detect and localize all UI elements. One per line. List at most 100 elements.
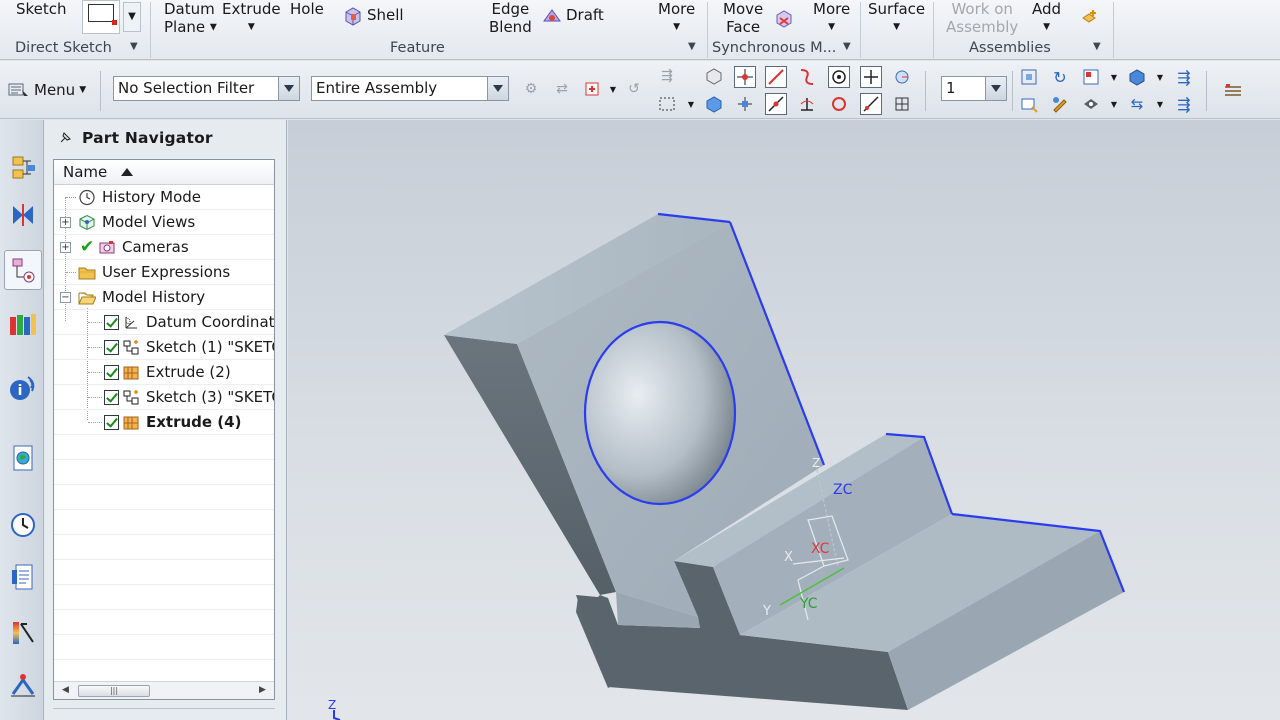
datum-plane-button[interactable]: Datum Plane ▼ bbox=[164, 0, 217, 37]
toolbar-separator bbox=[925, 71, 926, 111]
snap-grid-icon[interactable] bbox=[891, 93, 913, 115]
hide-dropdown-icon[interactable]: ▼ bbox=[1149, 93, 1171, 115]
selection-filter-dropdown-icon[interactable] bbox=[278, 77, 299, 100]
tree-item-extrude-4[interactable]: Extrude (4) bbox=[54, 410, 274, 435]
tree-item-datum-csys[interactable]: Datum Coordinat bbox=[54, 310, 274, 335]
hide-icon[interactable]: ⇆ bbox=[1126, 93, 1148, 115]
selection-filter-combo[interactable]: No Selection Filter bbox=[113, 76, 300, 101]
snap-arc-center-icon[interactable] bbox=[828, 93, 850, 115]
panel-splitter[interactable] bbox=[53, 708, 275, 714]
collapse-toggle[interactable]: − bbox=[60, 292, 71, 303]
snap-center-icon[interactable] bbox=[828, 66, 850, 88]
sketch-button[interactable]: Sketch bbox=[16, 0, 67, 18]
resource-web-browser[interactable] bbox=[6, 438, 40, 478]
show-hide-icon[interactable] bbox=[1080, 93, 1102, 115]
tree-item-cameras[interactable]: + ✔ Cameras bbox=[54, 235, 274, 260]
horizontal-scrollbar[interactable]: ◀ ||| ▶ bbox=[54, 681, 274, 699]
solid-body-icon[interactable] bbox=[703, 65, 725, 87]
snap-curve-icon[interactable] bbox=[796, 66, 818, 88]
work-layer-combo[interactable]: 1 bbox=[941, 76, 1007, 101]
resource-history[interactable] bbox=[6, 505, 40, 545]
resource-manufacturing-wizards[interactable] bbox=[6, 613, 40, 653]
surface-button[interactable]: Surface ▼ bbox=[868, 0, 925, 36]
snap-existing-point-icon[interactable] bbox=[734, 93, 756, 115]
scroll-right-icon[interactable]: ▶ bbox=[259, 685, 266, 695]
selection-scope-dropdown-icon[interactable] bbox=[487, 77, 508, 100]
extrude-button[interactable]: Extrude ▼ bbox=[222, 0, 281, 36]
graphics-window[interactable]: ZC XC YC X Y Z Z bbox=[288, 120, 1280, 720]
snap-perpendicular-icon[interactable] bbox=[796, 93, 818, 115]
draft-button[interactable]: Draft bbox=[566, 6, 604, 24]
snap-arrow-icon[interactable]: ↺ bbox=[623, 78, 645, 100]
orient-view-icon[interactable] bbox=[1080, 66, 1102, 88]
section-view-icon[interactable]: ⇶ bbox=[1173, 66, 1195, 88]
more-feature-button[interactable]: More ▼ bbox=[658, 0, 695, 36]
tree-item-history-mode[interactable]: History Mode bbox=[54, 185, 274, 210]
move-face-button[interactable]: Move Face bbox=[723, 0, 763, 36]
bracket-part-model[interactable] bbox=[288, 120, 1280, 720]
selection-scope-combo[interactable]: Entire Assembly bbox=[311, 76, 509, 101]
rect-select-dropdown-icon[interactable]: ▼ bbox=[680, 93, 702, 115]
snap-line-icon[interactable] bbox=[765, 66, 787, 88]
group-assemblies-dropdown[interactable]: ▼ bbox=[1093, 41, 1101, 52]
resource-assembly-navigator[interactable] bbox=[6, 148, 40, 188]
snap-end-point-icon[interactable] bbox=[734, 66, 756, 88]
visibility-checkbox[interactable] bbox=[104, 390, 119, 405]
fit-view-icon[interactable] bbox=[1018, 66, 1040, 88]
surface-dropdown-icon: ▼ bbox=[893, 22, 901, 32]
tree-item-sketch-1[interactable]: Sketch (1) "SKETC bbox=[54, 335, 274, 360]
visibility-checkbox[interactable] bbox=[104, 365, 119, 380]
name-column-header[interactable]: Name bbox=[54, 160, 274, 185]
rotate-view-icon[interactable]: ↻ bbox=[1049, 66, 1071, 88]
snap-dropdown-icon[interactable]: ▼ bbox=[602, 78, 624, 100]
menu-button[interactable]: Menu ▼ bbox=[8, 79, 86, 101]
resource-part-navigator[interactable] bbox=[4, 250, 42, 290]
resource-reuse-library[interactable] bbox=[6, 304, 40, 344]
render-dropdown-icon[interactable]: ▼ bbox=[1149, 66, 1171, 88]
snap-intersection-icon[interactable] bbox=[860, 66, 882, 88]
tree-item-sketch-3[interactable]: Sketch (3) "SKETC bbox=[54, 385, 274, 410]
tree-item-model-views[interactable]: + Model Views bbox=[54, 210, 274, 235]
more-sync-button[interactable]: More ▼ bbox=[813, 0, 850, 36]
shell-button[interactable]: Shell bbox=[367, 6, 404, 24]
rectangle-select-icon[interactable] bbox=[656, 93, 678, 115]
scroll-left-icon[interactable]: ◀ bbox=[62, 685, 69, 695]
tree-item-model-history[interactable]: − Model History bbox=[54, 285, 274, 310]
layer-settings-icon[interactable]: ⇶ bbox=[1173, 93, 1195, 115]
filter-grey-icon[interactable]: ⇶ bbox=[656, 65, 678, 87]
tree-item-user-expressions[interactable]: User Expressions bbox=[54, 260, 274, 285]
tree-item-extrude-2[interactable]: Extrude (2) bbox=[54, 360, 274, 385]
orient-dropdown-icon[interactable]: ▼ bbox=[1103, 66, 1125, 88]
resource-info[interactable]: i bbox=[6, 368, 40, 408]
expand-toggle[interactable]: + bbox=[60, 217, 71, 228]
hole-button[interactable]: Hole bbox=[290, 0, 324, 18]
group-synchronous-dropdown[interactable]: ▼ bbox=[843, 41, 851, 52]
edit-object-display-icon[interactable] bbox=[1049, 93, 1071, 115]
snap-view-icon[interactable] bbox=[1018, 93, 1040, 115]
add-component-button[interactable]: Add ▼ bbox=[1032, 0, 1061, 36]
group-direct-sketch-dropdown[interactable]: ▼ bbox=[130, 41, 138, 52]
snap-midpoint-icon[interactable] bbox=[765, 93, 787, 115]
snap-point-on-curve-icon[interactable] bbox=[860, 93, 882, 115]
work-layer-dropdown-icon[interactable] bbox=[985, 77, 1006, 100]
sketch-dropdown-button[interactable]: ▼ bbox=[123, 2, 141, 32]
toolbar-options-icon[interactable] bbox=[1222, 79, 1244, 101]
resource-roles[interactable] bbox=[6, 665, 40, 705]
work-on-assembly-button[interactable]: Work on Assembly bbox=[946, 0, 1018, 36]
resource-process-studio[interactable] bbox=[6, 557, 40, 597]
solid-face-icon[interactable] bbox=[703, 93, 725, 115]
visibility-checkbox[interactable] bbox=[104, 315, 119, 330]
group-feature-dropdown[interactable]: ▼ bbox=[688, 41, 696, 52]
select-feature-icon[interactable]: ⇄ bbox=[551, 78, 573, 100]
edge-blend-button[interactable]: Edge Blend bbox=[489, 0, 532, 36]
snap-quadrant-icon[interactable] bbox=[891, 66, 913, 88]
render-style-icon[interactable] bbox=[1126, 66, 1148, 88]
pin-icon[interactable] bbox=[58, 131, 72, 145]
scrollbar-thumb[interactable]: ||| bbox=[78, 685, 150, 697]
resource-constraint-navigator[interactable] bbox=[6, 195, 40, 235]
expand-toggle[interactable]: + bbox=[60, 242, 71, 253]
gear-icon[interactable]: ⚙ bbox=[520, 78, 542, 100]
visibility-checkbox[interactable] bbox=[104, 340, 119, 355]
visibility-checkbox[interactable] bbox=[104, 415, 119, 430]
show-hide-dropdown-icon[interactable]: ▼ bbox=[1103, 93, 1125, 115]
